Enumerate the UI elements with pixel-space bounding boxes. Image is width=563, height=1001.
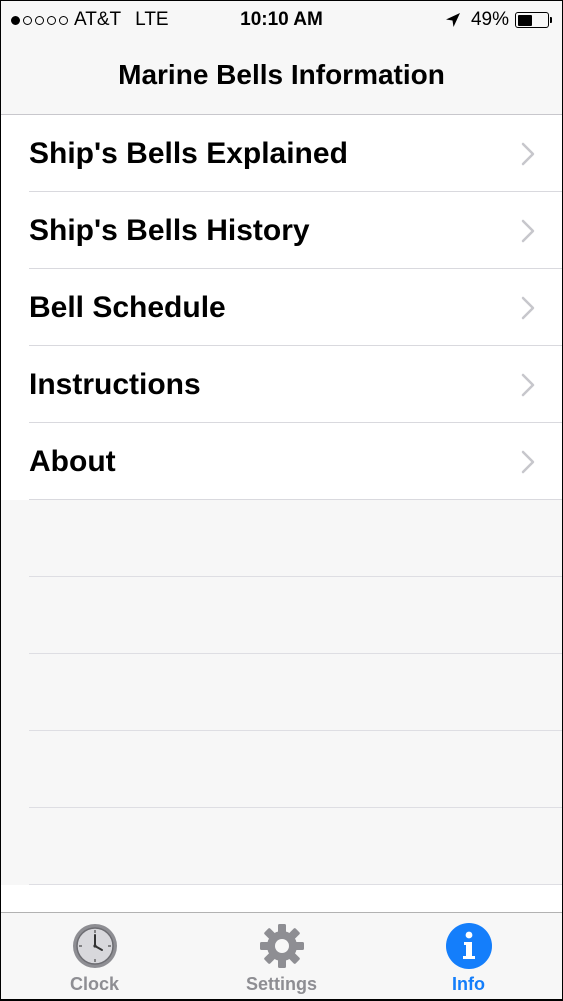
menu-item-label: About (29, 444, 116, 478)
empty-row (1, 577, 562, 654)
tab-settings[interactable]: Settings (188, 913, 375, 999)
empty-row (1, 808, 562, 885)
battery-icon (515, 12, 552, 28)
empty-list-area (1, 500, 562, 885)
chevron-right-icon (521, 142, 535, 165)
page-title: Marine Bells Information (118, 59, 445, 90)
tab-bar: Clock Settings Info (1, 912, 562, 999)
info-icon (445, 923, 492, 969)
menu-item-bell-schedule[interactable]: Bell Schedule (1, 269, 562, 346)
menu-item-label: Bell Schedule (29, 290, 226, 324)
tab-info[interactable]: Info (375, 913, 562, 999)
menu-item-label: Ship's Bells Explained (29, 136, 348, 170)
empty-row (1, 654, 562, 731)
menu-item-label: Ship's Bells History (29, 213, 310, 247)
chevron-right-icon (521, 296, 535, 319)
chevron-right-icon (521, 450, 535, 473)
empty-row (1, 731, 562, 808)
menu-item-ships-bells-history[interactable]: Ship's Bells History (1, 192, 562, 269)
battery-percent: 49% (470, 9, 509, 30)
menu-item-instructions[interactable]: Instructions (1, 346, 562, 423)
tab-clock[interactable]: Clock (1, 913, 188, 999)
tab-label: Clock (69, 974, 120, 994)
menu-item-about[interactable]: About (1, 423, 562, 500)
status-bar: AT&T LTE 10:10 AM 49% (1, 1, 562, 39)
menu-item-ships-bells-explained[interactable]: Ship's Bells Explained (1, 115, 562, 192)
empty-row (1, 500, 562, 577)
location-arrow-icon (445, 13, 460, 27)
chevron-right-icon (521, 219, 535, 242)
clock-icon (72, 924, 117, 968)
gear-icon (259, 924, 304, 968)
chevron-right-icon (521, 373, 535, 396)
menu-item-label: Instructions (29, 367, 201, 401)
tab-label: Info (452, 974, 485, 994)
tab-label: Settings (245, 974, 317, 994)
info-menu-list: Ship's Bells Explained Ship's Bells Hist… (1, 115, 562, 913)
status-right: 49% (445, 9, 552, 31)
app-screen: AT&T LTE 10:10 AM 49% Marine Bells Infor… (1, 1, 562, 999)
navigation-bar: Marine Bells Information (1, 39, 562, 115)
